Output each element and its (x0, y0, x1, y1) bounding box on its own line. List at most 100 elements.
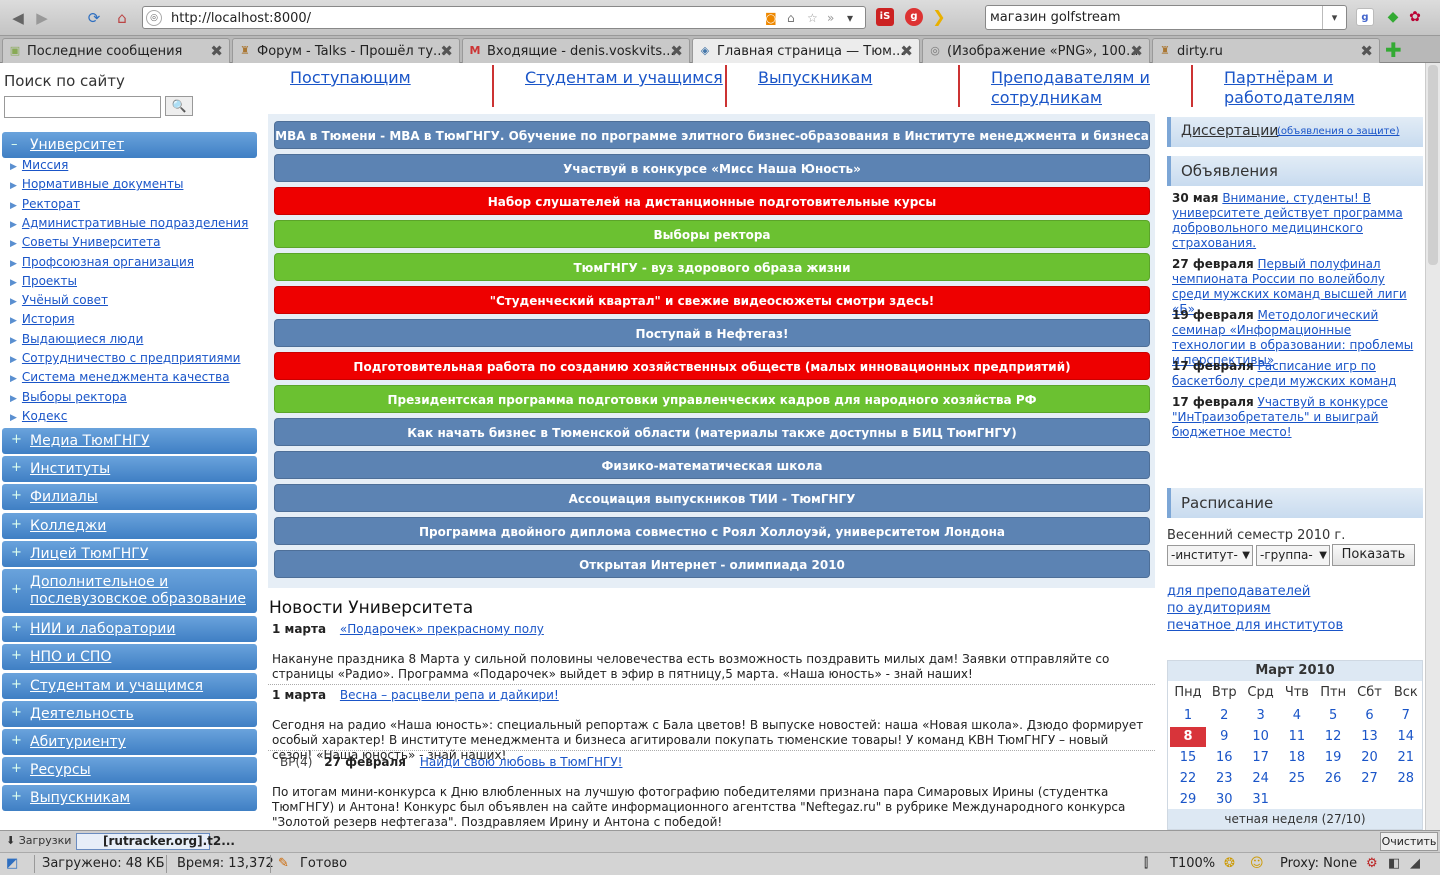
tab-forum[interactable]: ♜ Форум - Talks - Прошёл ту... ✖ (232, 38, 460, 63)
sidebar-menu-item[interactable]: + Филиалы (2, 484, 257, 510)
calendar-day[interactable]: 16 (1206, 748, 1242, 768)
tab-main-page[interactable]: ◈ Главная страница — Тюм... ✖ (692, 38, 920, 64)
sidebar-subitem[interactable]: ▶ Ректорат (10, 197, 80, 211)
sidebar-menu-item[interactable]: + Деятельность (2, 701, 257, 727)
topnav-link[interactable]: Выпускникам (758, 68, 958, 88)
downloads-label[interactable]: ⬇ Загрузки (6, 834, 71, 847)
new-tab-icon[interactable]: ✚ (1385, 38, 1402, 62)
calendar-day[interactable]: 29 (1170, 790, 1206, 810)
resize-grip-icon[interactable]: ◢ (1410, 856, 1420, 871)
url-text[interactable]: http://localhost:8000/ (171, 11, 311, 26)
sidebar-subitem[interactable]: ▶ Учёный совет (10, 293, 108, 307)
sidebar-menu-item[interactable]: + Выпускникам (2, 785, 257, 811)
sidebar-menu-label[interactable]: Выпускникам (30, 790, 248, 807)
banner-link[interactable]: Ассоциация выпускников ТИИ - ТюмГНГУ (274, 484, 1150, 512)
banner-link[interactable]: Подготовительная работа по созданию хозя… (274, 352, 1150, 380)
home-icon[interactable]: ⌂ (110, 7, 134, 29)
banner-link[interactable]: Как начать бизнес в Тюменской области (м… (274, 418, 1150, 446)
sidebar-menu-label[interactable]: Медиа ТюмГНГУ (30, 433, 248, 450)
sidebar-menu-item[interactable]: + Колледжи (2, 513, 257, 539)
sidebar-subitem-link[interactable]: Выдающиеся люди (22, 332, 143, 346)
google-bar-icon[interactable]: g (905, 8, 923, 26)
sidebar-subitem[interactable]: ▶ Кодекс (10, 409, 67, 423)
sidebar-menu-item[interactable]: + Дополнительное и послевузовское образов… (2, 569, 257, 613)
forward-icon[interactable]: ▶ (30, 7, 54, 29)
banner-link[interactable]: Физико-математическая школа (274, 451, 1150, 479)
gear-icon[interactable]: ⚙ (1366, 856, 1378, 871)
sidebar-subitem-link[interactable]: Учёный совет (22, 293, 108, 307)
banner-link[interactable]: Набор слушателей на дистанционные подгот… (274, 187, 1150, 215)
sidebar-subitem[interactable]: ▶ Система менеджмента качества (10, 370, 230, 384)
sidebar-menu-label[interactable]: НИИ и лаборатории (30, 621, 248, 638)
sidebar-subitem-link[interactable]: Система менеджмента качества (22, 370, 230, 384)
sidebar-menu-item[interactable]: + Ресурсы (2, 757, 257, 783)
calendar-day[interactable]: 15 (1170, 748, 1206, 768)
sidebar-menu-item[interactable]: + Абитуриенту (2, 729, 257, 755)
sidebar-menu-label[interactable]: Институты (30, 461, 248, 478)
calendar-day[interactable]: 25 (1279, 769, 1315, 789)
banner-link[interactable]: "Студенческий квартал" и свежие видеосюж… (274, 286, 1150, 314)
bookmark-star-icon[interactable]: ☆ (807, 11, 818, 25)
sidebar-menu-item[interactable]: + Институты (2, 456, 257, 482)
site-search-button[interactable]: 🔍 (165, 96, 193, 116)
sidebar-subitem[interactable]: ▶ История (10, 312, 74, 326)
menu-university[interactable]: – Университет (2, 132, 257, 158)
sidebar-subitem[interactable]: ▶ Профсоюзная организация (10, 255, 194, 269)
calendar-day[interactable]: 27 (1352, 769, 1388, 789)
banner-link[interactable]: Поступай в Нефтегаз! (274, 319, 1150, 347)
calendar-day[interactable]: 21 (1388, 748, 1424, 768)
close-tab-icon[interactable]: ✖ (440, 42, 453, 60)
tab-gmail[interactable]: M Входящие - denis.voskvits... ✖ (462, 38, 690, 63)
google-search-icon[interactable]: g (1356, 8, 1374, 26)
sidebar-subitem[interactable]: ▶ Выдающиеся люди (10, 332, 143, 346)
sidebar-subitem[interactable]: ▶ Миссия (10, 158, 68, 172)
vertical-scrollbar[interactable] (1425, 63, 1440, 830)
zoom-level[interactable]: T100% (1170, 856, 1215, 871)
sidebar-subitem-link[interactable]: Сотрудничество с предприятиями (22, 351, 241, 365)
sidebar-subitem-link[interactable]: Профсоюзная организация (22, 255, 194, 269)
news-link[interactable]: «Подарочек» прекрасному полу (340, 622, 544, 636)
chevron-right-icon[interactable]: ❯ (930, 8, 948, 26)
sidebar-subitem-link[interactable]: История (22, 312, 75, 326)
calendar-day[interactable]: 6 (1352, 706, 1388, 726)
url-dropdown-icon[interactable]: ▾ (847, 11, 853, 25)
sidebar-subitem[interactable]: ▶ Проекты (10, 274, 77, 288)
calendar-day[interactable]: 8 (1170, 727, 1206, 747)
group-select[interactable]: -группа- ▼ (1256, 545, 1330, 566)
site-identity-icon[interactable]: ◎ (146, 10, 162, 26)
url-bar[interactable]: ◎ http://localhost:8000/ ◙ ⌂ ☆ » ▾ (142, 6, 866, 29)
is-addon-icon[interactable]: iS (876, 8, 894, 26)
sidebar-subitem-link[interactable]: Нормативные документы (22, 177, 184, 191)
calendar-day[interactable]: 12 (1315, 727, 1351, 747)
sidebar-subitem[interactable]: ▶ Советы Университета (10, 235, 161, 249)
schedule-link-rooms[interactable]: по аудиториям (1167, 601, 1271, 616)
sidebar-menu-label[interactable]: Лицей ТюмГНГУ (30, 546, 248, 563)
calendar-day[interactable]: 30 (1206, 790, 1242, 810)
extension-green-icon[interactable]: ◆ (1384, 8, 1402, 26)
tab-messages[interactable]: ▣ Последние сообщения ✖ (2, 38, 230, 63)
tab-png-image[interactable]: ◎ (Изображение «PNG», 100... ✖ (922, 38, 1150, 63)
close-tab-icon[interactable]: ✖ (1130, 42, 1143, 60)
topnav-link[interactable]: Студентам и учащимся (525, 68, 725, 88)
schedule-link-print[interactable]: печатное для институтов (1167, 618, 1343, 633)
sidebar-subitem[interactable]: ▶ Выборы ректора (10, 390, 127, 404)
sidebar-subitem-link[interactable]: Проекты (22, 274, 77, 288)
shield-icon[interactable]: ◧ (1388, 856, 1400, 871)
sidebar-menu-item[interactable]: + НПО и СПО (2, 644, 257, 670)
banner-link[interactable]: Президентская программа подготовки управ… (274, 385, 1150, 413)
calendar-day[interactable]: 7 (1388, 706, 1424, 726)
close-tab-icon[interactable]: ✖ (900, 42, 913, 60)
home-bookmark-icon[interactable]: ⌂ (787, 11, 795, 25)
dissertations-link[interactable]: Диссертации (1181, 123, 1278, 139)
institute-select[interactable]: -институт- ▼ (1167, 545, 1253, 566)
calendar-day[interactable]: 24 (1243, 769, 1279, 789)
sidebar-menu-label[interactable]: Абитуриенту (30, 734, 248, 751)
extension-pink-icon[interactable]: ✿ (1406, 8, 1424, 26)
sidebar-subitem-link[interactable]: Кодекс (22, 409, 67, 423)
calendar-day[interactable]: 18 (1279, 748, 1315, 768)
banner-link[interactable]: Участвуй в конкурсе «Мисс Наша Юность» (274, 154, 1150, 182)
calendar-day[interactable]: 2 (1206, 706, 1242, 726)
calendar-day[interactable]: 28 (1388, 769, 1424, 789)
sidebar-subitem-link[interactable]: Ректорат (22, 197, 80, 211)
sidebar-menu-item[interactable]: + Медиа ТюмГНГУ (2, 428, 257, 454)
